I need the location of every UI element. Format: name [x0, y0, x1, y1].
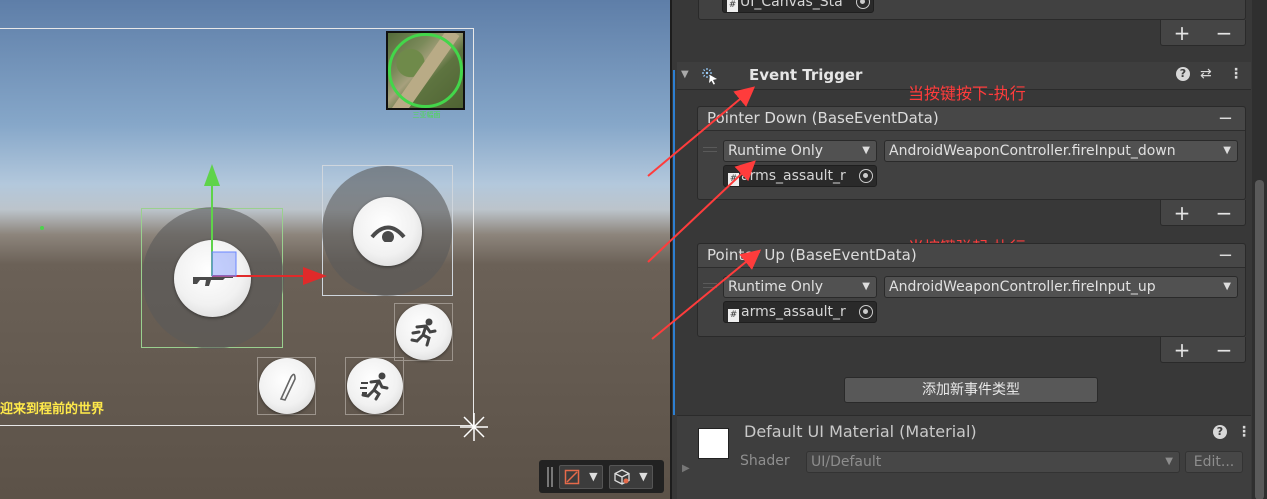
remove-event-button[interactable]: − [1218, 107, 1233, 130]
function-value: AndroidWeaponController.fireInput_down [889, 143, 1176, 159]
foldout-arrow-icon[interactable]: ▶ [682, 463, 690, 474]
toolbar-grip[interactable] [547, 466, 553, 487]
jump-icon [410, 318, 437, 347]
object-field-value: UI_Canvas_Sta [740, 0, 843, 10]
chevron-down-icon: ▼ [639, 470, 648, 483]
object-picker-icon[interactable] [859, 305, 873, 319]
pointer-down-label: Pointer Down (BaseEventData) [707, 109, 939, 127]
remove-listener-button[interactable]: − [1216, 338, 1233, 362]
script-icon: # [727, 0, 738, 12]
chevron-down-icon: ▼ [589, 470, 598, 483]
script-icon: # [728, 173, 739, 186]
help-icon[interactable]: ? [1213, 425, 1227, 439]
gizmos-toggle-button[interactable]: ▼ [559, 464, 603, 489]
remove-event-button[interactable]: − [1218, 244, 1233, 267]
sprint-button[interactable] [347, 358, 403, 414]
remove-listener-button[interactable]: − [1216, 201, 1233, 225]
reload-button[interactable] [259, 358, 315, 414]
minimap-image[interactable] [386, 31, 465, 110]
presets-icon[interactable]: ⇄ [1200, 66, 1212, 82]
runtime-mode-dropdown[interactable]: Runtime Only ▼ [723, 276, 877, 298]
add-listener-button[interactable]: + [1174, 338, 1191, 362]
canvas-object-field[interactable]: # UI_Canvas_Sta [722, 0, 874, 13]
drag-handle[interactable] [703, 147, 717, 152]
event-trigger-icon [702, 68, 717, 85]
shader-label: Shader [740, 453, 790, 469]
runtime-mode-value: Runtime Only [728, 143, 823, 159]
scene-overlay-toolbar: ▼ ▼ [539, 460, 664, 493]
target-object-value: arms_assault_r [741, 168, 846, 184]
aim-button[interactable] [353, 197, 422, 266]
drag-handle[interactable] [703, 283, 717, 288]
remove-item-button[interactable]: − [1216, 21, 1233, 45]
chevron-down-icon: ▼ [1223, 145, 1231, 156]
script-icon: # [728, 309, 739, 322]
gizmos-icon [565, 469, 580, 484]
chevron-down-icon: ▼ [1223, 281, 1231, 292]
cube-icon [614, 468, 631, 485]
shader-dropdown[interactable]: UI/Default ▼ [806, 451, 1180, 473]
function-value: AndroidWeaponController.fireInput_up [889, 279, 1156, 295]
material-title: Default UI Material (Material) [744, 422, 977, 441]
shading-mode-button[interactable]: ▼ [609, 464, 653, 489]
material-preview[interactable] [698, 428, 729, 459]
help-icon[interactable]: ? [1176, 67, 1190, 81]
move-gizmo[interactable] [195, 160, 335, 290]
target-object-value: arms_assault_r [741, 304, 846, 320]
shader-value: UI/Default [811, 454, 882, 470]
scrollbar-thumb[interactable] [1255, 180, 1264, 499]
foldout-arrow-icon[interactable]: ▼ [681, 69, 689, 80]
object-picker-icon[interactable] [859, 169, 873, 183]
object-picker-icon[interactable] [856, 0, 870, 9]
pointer-up-label: Pointer Up (BaseEventData) [707, 246, 917, 264]
pointer-up-header: Pointer Up (BaseEventData) − [698, 244, 1245, 268]
component-title: Event Trigger [749, 66, 863, 84]
chevron-down-icon: ▼ [862, 145, 870, 156]
bullet-icon [279, 373, 296, 401]
add-event-type-button[interactable]: 添加新事件类型 [844, 377, 1098, 403]
sprint-icon [360, 372, 389, 401]
list-add-remove-top: + − [1160, 20, 1246, 46]
function-dropdown[interactable]: AndroidWeaponController.fireInput_up ▼ [884, 276, 1238, 298]
eye-icon [369, 225, 406, 242]
function-dropdown[interactable]: AndroidWeaponController.fireInput_down ▼ [884, 140, 1238, 162]
add-listener-button[interactable]: + [1174, 201, 1191, 225]
minimap-caption: 三亚幅面 [412, 111, 441, 119]
runtime-mode-value: Runtime Only [728, 279, 823, 295]
chevron-down-icon: ▼ [1165, 456, 1173, 467]
component-menu-icon[interactable]: ⋮ [1229, 66, 1243, 82]
shader-edit-button[interactable]: Edit... [1185, 451, 1243, 473]
runtime-mode-dropdown[interactable]: Runtime Only ▼ [723, 140, 877, 162]
rect-corner-handle[interactable] [458, 411, 490, 443]
pointer-up-add-remove: + − [1160, 337, 1246, 363]
scene-view[interactable]: 三亚幅面 迎来到程前的世界 ▼ ▼ [0, 0, 670, 499]
add-item-button[interactable]: + [1174, 21, 1191, 45]
annotation-pointer-down: 当按键按下-执行 [908, 84, 1026, 103]
previous-list-block: # UI_Canvas_Sta [698, 0, 1246, 20]
jump-button[interactable] [396, 304, 452, 360]
selection-indicator [673, 70, 675, 415]
pointer-down-add-remove: + − [1160, 200, 1246, 226]
target-object-field[interactable]: # arms_assault_r [723, 165, 877, 187]
pointer-down-header: Pointer Down (BaseEventData) − [698, 107, 1245, 131]
minimap-ring [388, 33, 463, 108]
scene-world-text: 迎来到程前的世界 [0, 402, 105, 417]
target-object-field[interactable]: # arms_assault_r [723, 301, 877, 323]
pivot-dot [40, 226, 44, 230]
chevron-down-icon: ▼ [862, 281, 870, 292]
component-menu-icon[interactable]: ⋮ [1237, 424, 1251, 440]
